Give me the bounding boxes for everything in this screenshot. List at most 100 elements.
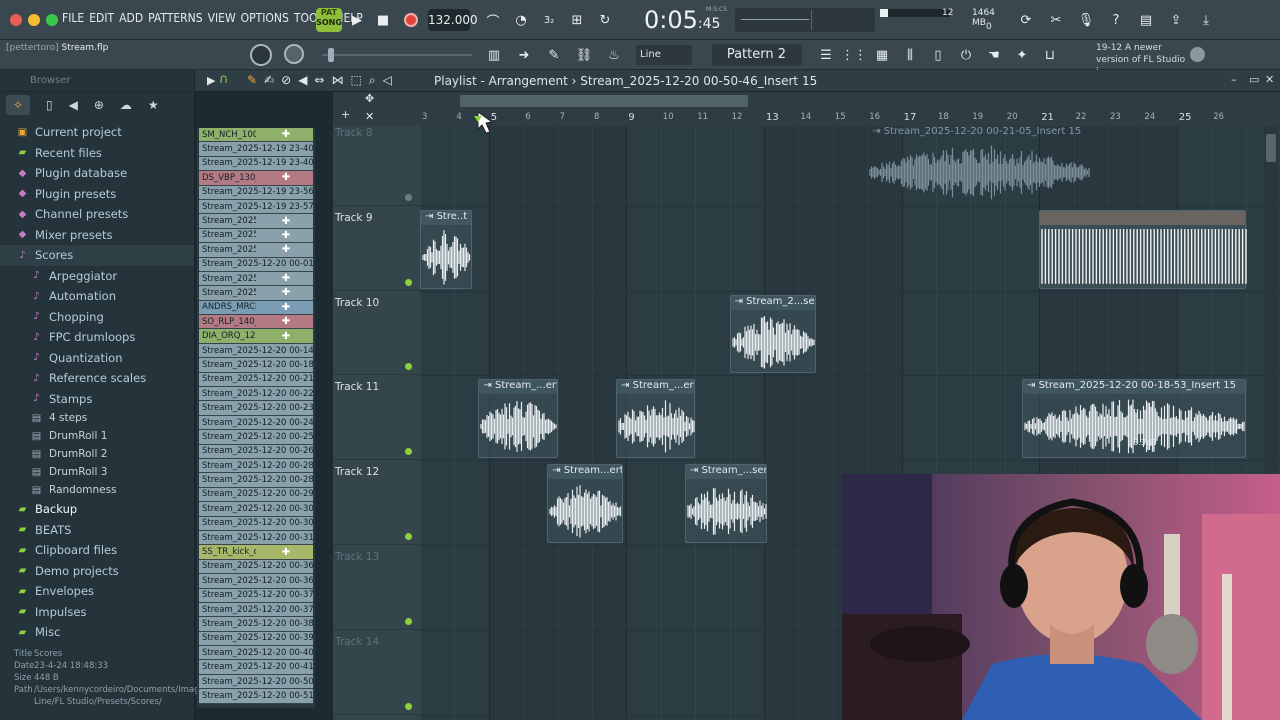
maximize-window-button[interactable] bbox=[46, 14, 58, 26]
browser-item[interactable]: ▰ Envelopes bbox=[0, 581, 194, 602]
channel-button[interactable]: Stream_2025-12-20 00-25-... bbox=[199, 430, 313, 445]
timeline-scrollbar[interactable] bbox=[420, 92, 1280, 110]
pattern-selector[interactable]: Pattern 2 bbox=[712, 44, 802, 66]
stop-button[interactable]: ■ bbox=[372, 9, 394, 31]
master-volume-knob[interactable] bbox=[250, 44, 272, 66]
slice-icon[interactable]: ⋈ bbox=[331, 73, 343, 88]
record-button[interactable] bbox=[400, 9, 422, 31]
menu-file[interactable]: FILE bbox=[62, 11, 84, 25]
channel-button[interactable]: Stream_2025-12-20 00-18-... bbox=[199, 358, 313, 373]
channel-add-icon[interactable]: ✚ bbox=[256, 547, 313, 558]
channel-add-icon[interactable]: ✚ bbox=[256, 230, 313, 241]
mixer-button[interactable]: ⫼ bbox=[898, 43, 922, 67]
pencil-tool-button[interactable]: ✎ bbox=[542, 43, 566, 67]
master-pitch-knob[interactable] bbox=[284, 44, 304, 64]
download-button[interactable]: ⤓ bbox=[1194, 8, 1218, 32]
clip-header[interactable]: ⇥ Stream_2025-12-20 00-21-05_Insert 15 bbox=[868, 126, 1090, 140]
browser-item[interactable]: ▰ Backup bbox=[0, 499, 194, 520]
browser-item[interactable]: ▤ DrumRoll 1 bbox=[0, 427, 194, 445]
channel-button[interactable]: Stream_2025-12-19 23-59-...✚ bbox=[199, 243, 313, 258]
save-button[interactable]: ▤ bbox=[1134, 8, 1158, 32]
track-header[interactable]: Track 11 bbox=[333, 375, 420, 461]
minimize-window-button[interactable] bbox=[28, 14, 40, 26]
channel-button[interactable]: SO_RLP_140_top_loop...✚ bbox=[199, 315, 313, 330]
track-mute-led[interactable] bbox=[405, 532, 412, 540]
shop-button[interactable]: ⊔ bbox=[1038, 43, 1062, 67]
browser-item[interactable]: ♪ Automation bbox=[0, 286, 194, 307]
audio-clip[interactable]: ⇥ Stream_2025-12-20 00-21-05_Insert 15 bbox=[867, 126, 1091, 204]
playlist-arrow-icon[interactable]: ▶ bbox=[207, 74, 215, 87]
minimize-icon[interactable]: – bbox=[1231, 73, 1237, 86]
timeline-ruler[interactable]: 3 4 5 6 7 8 9 10 11 12 13 14 15 16 17 18 19 20 21 22 23 24 25 2… bbox=[420, 110, 1280, 126]
clip-header[interactable]: ⇥ Stream_...ert 15 bbox=[617, 380, 695, 395]
browser-item[interactable]: ♪ Reference scales bbox=[0, 368, 194, 389]
browser-item[interactable]: ▤ DrumRoll 2 bbox=[0, 445, 194, 463]
mic-button[interactable]: 🎙 bbox=[1074, 8, 1098, 32]
browser-item[interactable]: ♪ Scores bbox=[0, 245, 194, 266]
audio-clip[interactable]: ⇥ Stream_2025-12-20 00-18-53_Insert 15 3.… bbox=[1022, 379, 1246, 459]
channel-button[interactable]: Stream_2025-12-19 23-40-... bbox=[199, 142, 313, 157]
menu-options[interactable]: OPTIONS bbox=[241, 11, 289, 25]
channel-button[interactable]: Stream_2025-12-20 00-50-... bbox=[199, 674, 313, 690]
paint-icon[interactable]: ✍ bbox=[264, 73, 274, 88]
channel-add-icon[interactable]: ✚ bbox=[256, 331, 313, 342]
track-header[interactable]: Track 12 bbox=[333, 460, 420, 545]
restore-icon[interactable]: ▭ bbox=[1249, 73, 1259, 86]
browser-item[interactable]: ▤ DrumRoll 3 bbox=[0, 463, 194, 481]
browser-item[interactable]: ▰ Recent files bbox=[0, 143, 194, 164]
browser-button[interactable]: ▯ bbox=[926, 43, 950, 67]
audio-clip[interactable]: ⇥ Stream...ert 15 bbox=[547, 464, 623, 543]
clip-header[interactable]: ⇥ Stre..t 15 bbox=[421, 210, 471, 225]
channel-add-icon[interactable]: ✚ bbox=[256, 216, 313, 227]
clip-header[interactable]: ⇥ Stream_...ert 15 bbox=[479, 380, 557, 395]
undo-history-button[interactable]: ⟳ bbox=[1014, 8, 1038, 32]
snap-selector[interactable]: Line bbox=[636, 45, 692, 65]
browser-item[interactable]: ♪ Chopping bbox=[0, 307, 194, 328]
channel-button[interactable]: Stream_2025-12-20 00-28-... bbox=[199, 458, 313, 474]
track-mute-led[interactable] bbox=[405, 193, 412, 201]
project-picker-button[interactable]: ✦ bbox=[1010, 43, 1034, 67]
browser-item[interactable]: ▤ Randomness bbox=[0, 481, 194, 499]
mute-icon[interactable]: ◀ bbox=[298, 73, 307, 88]
tools-button[interactable]: ✂ bbox=[1044, 8, 1068, 32]
channel-button[interactable]: DS_VBP_130_drum_to...✚ bbox=[199, 171, 313, 186]
channel-button[interactable]: Stream_2025-12-19 23-58-...✚ bbox=[199, 214, 313, 229]
browser-item[interactable]: ♪ Quantization bbox=[0, 348, 194, 369]
channel-button[interactable]: Stream_2025-12-20 00-40-... bbox=[199, 646, 313, 661]
channel-button[interactable]: DIA_ORQ_125_percussi...✚ bbox=[199, 329, 313, 344]
channel-add-icon[interactable]: ✚ bbox=[256, 244, 313, 255]
audio-clip[interactable]: ⇥ Stream_...ert 15 bbox=[616, 379, 696, 459]
audio-clip[interactable]: ⇥ Stream_2...sert 15 bbox=[729, 294, 816, 374]
browser-item[interactable]: ▤ 4 steps bbox=[0, 409, 194, 427]
channel-button[interactable]: Stream_2025-12-20 00-30-... bbox=[199, 502, 313, 517]
step-edit-button[interactable]: ⊞ bbox=[566, 9, 588, 31]
browser-item[interactable]: ♪ Arpeggiator bbox=[0, 266, 194, 287]
channel-button[interactable]: Stream_2025-12-19 23-40-... bbox=[199, 156, 313, 172]
browser-item[interactable]: ▣ Current project bbox=[0, 122, 194, 143]
audio-clip[interactable]: ⇥ Stream_...ert 15 bbox=[478, 379, 558, 459]
clip-header[interactable]: ⇥ Stream...ert 15 bbox=[548, 465, 622, 480]
browser-item[interactable]: ▰ Clipboard files bbox=[0, 540, 194, 561]
delete-icon[interactable]: ⊘ bbox=[281, 73, 291, 88]
channel-button[interactable]: SS_TR_kick_chartreuse✚ bbox=[199, 545, 313, 560]
browser-item[interactable]: ▰ Demo projects bbox=[0, 561, 194, 582]
channel-button[interactable]: Stream_2025-12-20 00-24-... bbox=[199, 415, 313, 431]
export-button[interactable]: ⇪ bbox=[1164, 8, 1188, 32]
zoom-icon[interactable]: ⌕ bbox=[369, 73, 376, 88]
clip-header[interactable] bbox=[1040, 210, 1245, 225]
channel-button[interactable]: Stream_2025-12-19 23-59-...✚ bbox=[199, 228, 313, 244]
channel-add-icon[interactable]: ✚ bbox=[256, 316, 313, 327]
menu-add[interactable]: ADD bbox=[119, 11, 143, 25]
channel-button[interactable]: ANDRS_MRCIO_percussi...✚ bbox=[199, 300, 313, 316]
track-header[interactable]: Track 10 bbox=[333, 291, 420, 376]
channel-button[interactable]: Stream_2025-12-20 00-39-... bbox=[199, 631, 313, 647]
audio-clip[interactable]: ⇥ Stream_...sert 15 bbox=[684, 464, 768, 543]
channel-button[interactable]: Stream_2025-12-20 00-28-... bbox=[199, 473, 313, 488]
link-button[interactable]: ⛓ bbox=[572, 43, 596, 67]
menu-view[interactable]: VIEW bbox=[208, 11, 236, 25]
countdown-button[interactable]: 3₂ bbox=[538, 9, 560, 31]
song-mode-toggle[interactable]: PAT SONG bbox=[316, 8, 342, 32]
track-header[interactable]: Track 13 bbox=[333, 545, 420, 630]
track-mute-led[interactable] bbox=[405, 448, 412, 456]
plugin-picker-button[interactable]: ⏻ bbox=[954, 43, 978, 67]
